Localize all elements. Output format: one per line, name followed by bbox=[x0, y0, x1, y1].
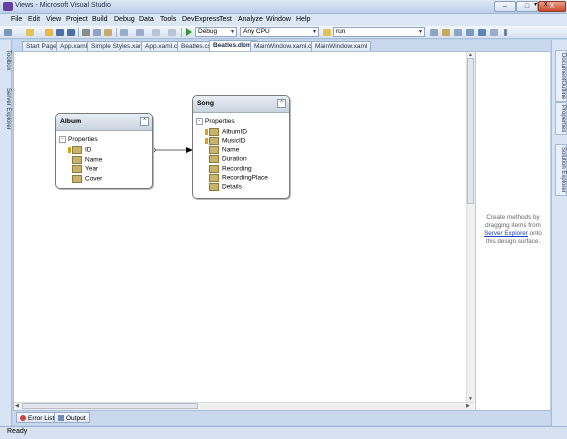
property-name: MusicID bbox=[222, 137, 246, 145]
hint-text: Create methods by dragging items from bbox=[485, 214, 541, 229]
property-icon bbox=[72, 146, 82, 154]
horizontal-scroll-thumb[interactable] bbox=[22, 403, 198, 409]
error-list-label: Error List bbox=[28, 415, 55, 422]
property-name: RecordingPlace bbox=[222, 174, 268, 182]
property-icon bbox=[209, 146, 219, 154]
property-icon bbox=[72, 156, 82, 164]
properties-group[interactable]: - Properties bbox=[59, 136, 98, 143]
scroll-left-icon[interactable]: ◀ bbox=[15, 403, 19, 409]
output-label: Output bbox=[66, 415, 86, 422]
bottom-tool-tabs: Error List Output bbox=[13, 411, 550, 425]
minus-icon[interactable]: - bbox=[59, 136, 66, 143]
property-name: Details bbox=[222, 183, 242, 191]
property-row[interactable]: Name bbox=[72, 156, 102, 164]
vertical-scroll-thumb[interactable] bbox=[467, 58, 474, 204]
property-name: Year bbox=[85, 165, 99, 173]
property-icon bbox=[209, 174, 219, 182]
property-name: ID bbox=[85, 146, 92, 154]
property-icon bbox=[209, 128, 219, 136]
property-row[interactable]: Cover bbox=[72, 175, 102, 183]
property-icon bbox=[209, 165, 219, 173]
server-explorer-link[interactable]: Server Explorer bbox=[484, 230, 528, 237]
output-tab[interactable]: Output bbox=[54, 412, 90, 423]
property-row[interactable]: Details bbox=[209, 183, 242, 191]
property-row[interactable]: Recording bbox=[209, 165, 252, 173]
property-name: Name bbox=[222, 146, 240, 154]
album-entity-title: Album bbox=[56, 114, 152, 131]
property-row[interactable]: Duration bbox=[209, 155, 247, 163]
property-name: Duration bbox=[222, 155, 247, 163]
album-entity[interactable]: Album ^ - Properties ID Name Year Cover bbox=[55, 113, 153, 189]
property-icon bbox=[209, 183, 219, 191]
property-name: Name bbox=[85, 156, 103, 164]
song-entity-title: Song bbox=[193, 96, 289, 113]
error-list-icon bbox=[20, 415, 26, 422]
properties-label: Properties bbox=[205, 118, 235, 126]
primary-key-icon bbox=[205, 129, 208, 135]
status-text: Ready bbox=[7, 428, 28, 435]
property-name: Cover bbox=[85, 175, 103, 183]
property-row[interactable]: AlbumID bbox=[205, 128, 247, 136]
property-name: AlbumID bbox=[222, 128, 247, 136]
primary-key-icon bbox=[205, 138, 208, 144]
property-row[interactable]: Year bbox=[72, 165, 98, 173]
primary-key-icon bbox=[68, 147, 71, 153]
status-bar bbox=[0, 426, 567, 439]
properties-group[interactable]: - Properties bbox=[196, 118, 235, 125]
property-row[interactable]: ID bbox=[68, 146, 92, 154]
property-icon bbox=[209, 137, 219, 145]
property-icon bbox=[72, 175, 82, 183]
collapse-icon[interactable]: ^ bbox=[140, 117, 149, 126]
methods-pane-hint: Create methods by dragging items from Se… bbox=[480, 214, 546, 246]
song-entity[interactable]: Song ^ - Properties AlbumID MusicID Name … bbox=[192, 95, 290, 199]
scroll-right-icon[interactable]: ▶ bbox=[466, 403, 470, 409]
properties-label: Properties bbox=[68, 136, 98, 144]
output-icon bbox=[58, 415, 64, 422]
property-row[interactable]: RecordingPlace bbox=[209, 174, 268, 182]
collapse-icon[interactable]: ^ bbox=[277, 99, 286, 108]
property-name: Recording bbox=[222, 165, 252, 173]
scroll-up-icon[interactable]: ▲ bbox=[468, 52, 473, 58]
error-list-tab[interactable]: Error List bbox=[16, 412, 59, 423]
property-icon bbox=[72, 165, 82, 173]
property-row[interactable]: MusicID bbox=[205, 137, 245, 145]
minus-icon[interactable]: - bbox=[196, 118, 203, 125]
property-icon bbox=[209, 155, 219, 163]
property-row[interactable]: Name bbox=[209, 146, 239, 154]
